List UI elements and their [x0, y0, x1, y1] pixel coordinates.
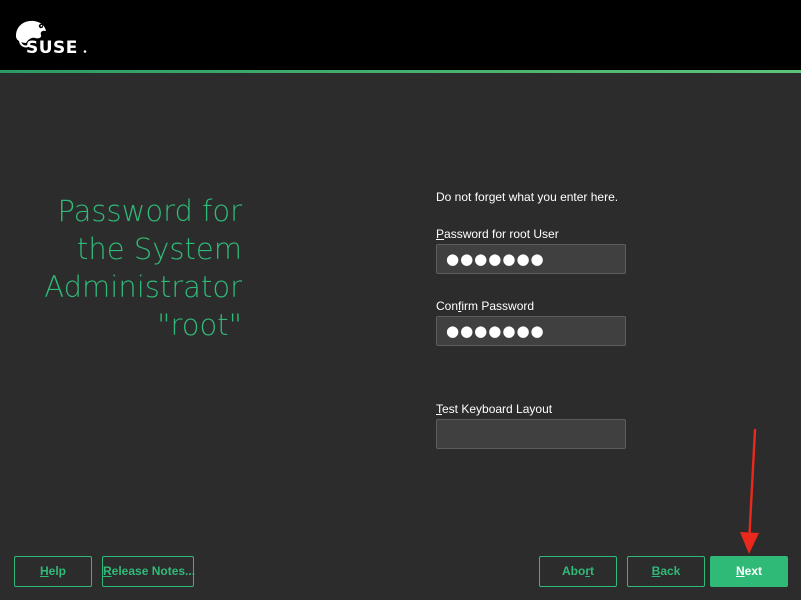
- confirm-label-text-start: Con: [436, 299, 459, 313]
- keyboard-label-text: est Keyboard Layout: [442, 402, 553, 416]
- root-password-input[interactable]: [436, 244, 626, 274]
- header-accent-line: [0, 70, 801, 73]
- page-title-line: Password for: [57, 194, 242, 228]
- password-label-text: assword for root User: [444, 227, 559, 241]
- back-label: ack: [660, 564, 681, 578]
- next-button[interactable]: Next: [710, 556, 788, 587]
- next-label: ext: [744, 564, 762, 578]
- abort-button[interactable]: Abort: [539, 556, 617, 587]
- test-keyboard-label: Test Keyboard Layout: [436, 402, 552, 416]
- help-label: elp: [48, 564, 66, 578]
- back-button[interactable]: Back: [627, 556, 705, 587]
- password-label-mnemonic: P: [436, 227, 445, 241]
- release-notes-label: elease Notes...: [111, 564, 196, 578]
- confirm-password-input[interactable]: [436, 316, 626, 346]
- release-notes-mnemonic: R: [103, 564, 112, 578]
- back-mnemonic: B: [651, 564, 661, 578]
- red-arrow-icon: [740, 428, 759, 554]
- next-mnemonic: N: [735, 564, 745, 578]
- header-bar: SUSE: [0, 0, 801, 70]
- page-title-line: the System: [77, 232, 242, 266]
- confirm-password-label: Confirm Password: [436, 299, 534, 313]
- release-notes-button[interactable]: Release Notes...: [102, 556, 196, 587]
- page-title-line: "root": [157, 308, 242, 342]
- abort-label-end: t: [590, 564, 594, 578]
- page-title: Password for the System Administrator "r…: [12, 192, 242, 344]
- abort-label-start: Abo: [562, 564, 586, 578]
- confirm-label-text-end: irm Password: [461, 299, 535, 313]
- page-title-line: Administrator: [44, 270, 242, 304]
- help-mnemonic: H: [39, 564, 49, 578]
- suse-wordmark: SUSE: [26, 38, 78, 56]
- password-hint: Do not forget what you enter here.: [436, 190, 619, 204]
- help-button[interactable]: Help: [14, 556, 92, 587]
- suse-logo: SUSE: [16, 20, 87, 56]
- password-label: Password for root User: [436, 227, 559, 241]
- installer-window: SUSE Password for the System Administrat…: [0, 0, 801, 600]
- test-keyboard-input[interactable]: [436, 419, 626, 449]
